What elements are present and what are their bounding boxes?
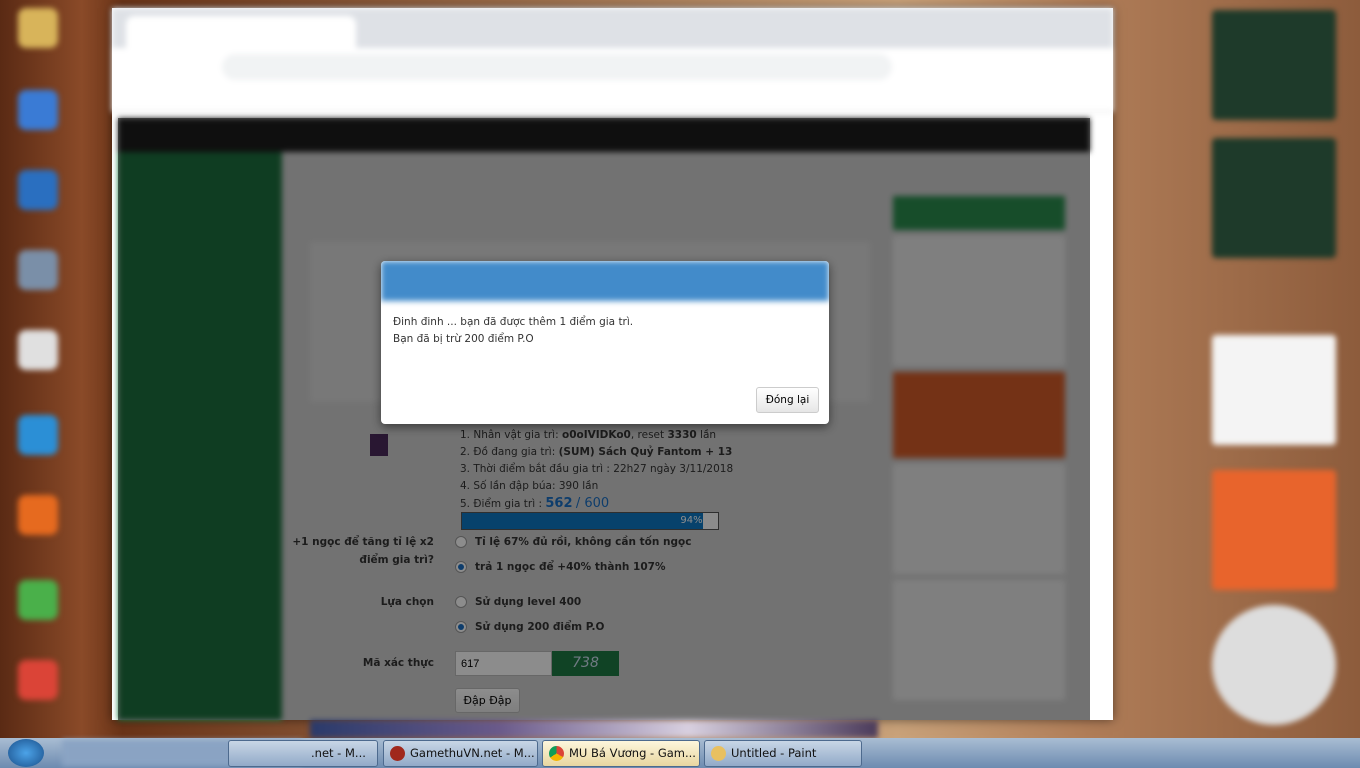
choice-po[interactable] xyxy=(455,621,467,633)
captcha-input[interactable] xyxy=(455,651,552,676)
gem-option-yes-label: trả 1 ngọc để +40% thành 107% xyxy=(475,561,666,573)
taskbar: .net - M... GamethuVN.net - M... MU Bá V… xyxy=(0,738,1360,768)
page-banner-strip xyxy=(310,720,878,738)
progress-fill: 94% xyxy=(462,513,703,529)
submit-button[interactable]: Đập Đập xyxy=(455,688,520,713)
gem-label-2: điểm gia trì? xyxy=(359,554,434,566)
captcha-label: Mã xác thực xyxy=(362,657,434,669)
paint-icon xyxy=(711,746,726,761)
tab-strip xyxy=(112,8,1113,48)
system-tray xyxy=(1140,740,1360,766)
choice-level[interactable] xyxy=(455,596,467,608)
browser-tab[interactable] xyxy=(126,16,356,48)
address-bar xyxy=(112,48,1113,85)
gem-option-yes[interactable] xyxy=(455,561,467,573)
choice-po-label: Sử dụng 200 điểm P.O xyxy=(475,621,605,633)
dialog-message-2: Bạn đã bị trừ 200 điểm P.O xyxy=(393,333,534,345)
taskbar-item-paint[interactable]: Untitled - Paint xyxy=(704,740,862,767)
captcha-image: 738 xyxy=(552,651,619,676)
dialog-header xyxy=(381,261,829,301)
info-hammer-count: 4. Số lần đập búa: 390 lần xyxy=(460,480,599,492)
choice-label: Lựa chọn xyxy=(380,596,434,608)
taskbar-item-chrome[interactable]: MU Bá Vương - Gam... xyxy=(542,740,700,767)
omnibox[interactable] xyxy=(222,54,892,80)
close-dialog-button[interactable]: Đóng lại xyxy=(756,387,819,413)
gem-label: +1 ngọc để tăng tỉ lệ x2 xyxy=(292,536,434,548)
notification-dialog: Đinh đinh ... bạn đã được thêm 1 điểm gi… xyxy=(381,261,829,424)
gem-option-no[interactable] xyxy=(455,536,467,548)
start-button[interactable] xyxy=(8,739,44,767)
choice-level-label: Sử dụng level 400 xyxy=(475,596,582,608)
gem-option-no-label: Tỉ lệ 67% đủ rồi, không cần tốn ngọc xyxy=(475,536,692,548)
info-start-time: 3. Thời điểm bắt đầu gia trì : 22h27 ngà… xyxy=(460,463,734,475)
chrome-icon xyxy=(549,746,564,761)
game-icon xyxy=(390,746,405,761)
info-character: 1. Nhân vật gia trì: o0oIVIDKo0, reset 3… xyxy=(460,429,717,441)
points-progress-bar: 94% xyxy=(461,512,719,530)
item-image xyxy=(370,434,388,456)
taskbar-item-gamethuvn[interactable]: GamethuVN.net - M... xyxy=(383,740,538,767)
dialog-message-1: Đinh đinh ... bạn đã được thêm 1 điểm gi… xyxy=(393,316,634,328)
info-item: 2. Đồ đang gia trì: (SUM) Sách Quỷ Fanto… xyxy=(460,446,733,458)
taskbar-item-1[interactable]: .net - M... xyxy=(228,740,378,767)
bookmarks-bar xyxy=(112,85,1113,112)
info-points: 5. Điểm gia trì : 562 / 600 xyxy=(460,496,610,511)
